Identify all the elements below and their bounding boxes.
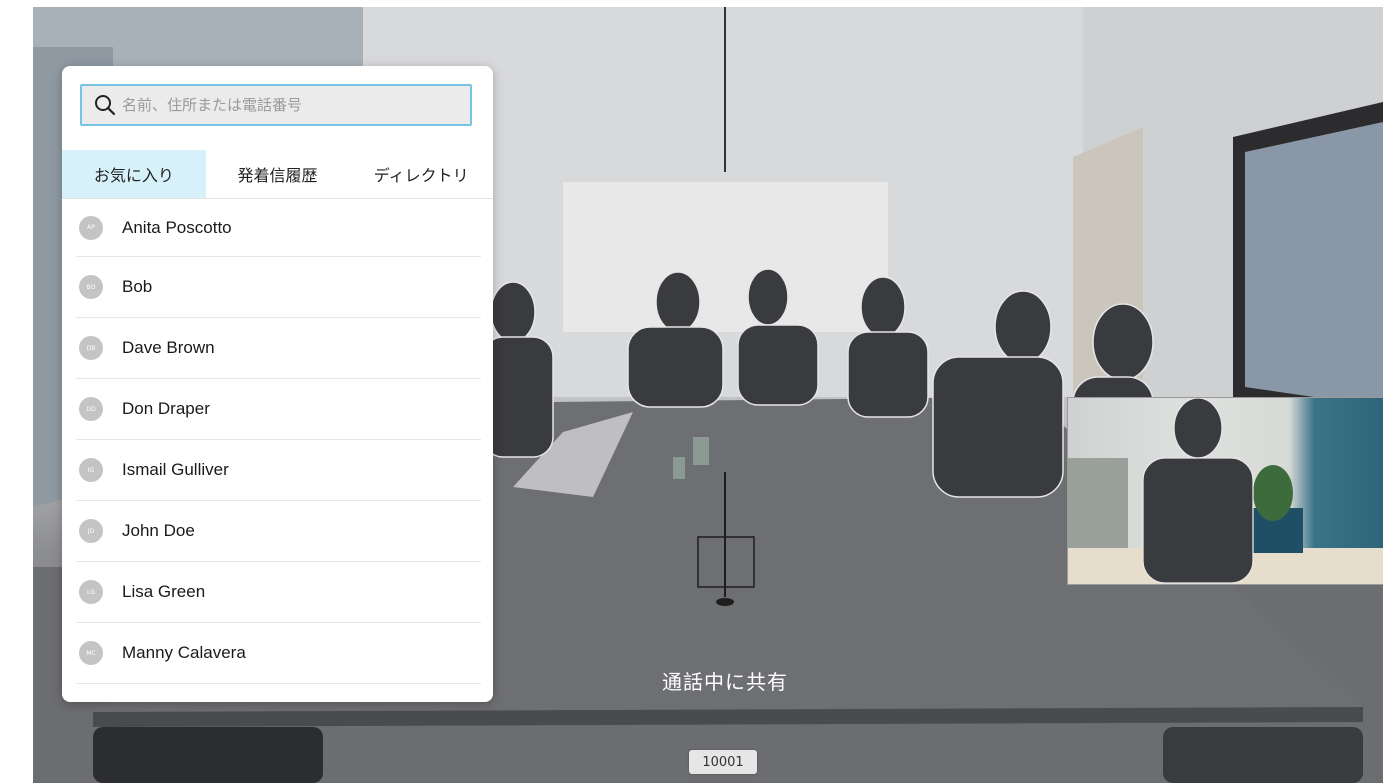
avatar: JD bbox=[79, 519, 103, 543]
tab-directory[interactable]: ディレクトリ bbox=[349, 150, 493, 198]
tab-recents[interactable]: 発着信履歴 bbox=[206, 150, 350, 198]
list-item[interactable]: MC Manny Calavera bbox=[76, 623, 481, 684]
contact-name: Don Draper bbox=[122, 399, 210, 418]
contact-name: Manny Calavera bbox=[122, 643, 246, 662]
tab-favorites[interactable]: お気に入り bbox=[62, 150, 206, 198]
list-item-partial[interactable] bbox=[76, 684, 481, 702]
search-icon bbox=[95, 95, 116, 116]
contact-name: Dave Brown bbox=[122, 338, 215, 357]
avatar: AP bbox=[79, 215, 103, 240]
list-item[interactable]: DB Dave Brown bbox=[76, 318, 481, 379]
self-view-scene bbox=[1068, 398, 1383, 584]
contact-name: John Doe bbox=[122, 521, 195, 540]
search-field[interactable] bbox=[80, 84, 472, 126]
contact-name: Anita Poscotto bbox=[122, 217, 232, 237]
avatar: DB bbox=[79, 336, 103, 360]
search-input[interactable] bbox=[122, 96, 470, 114]
contact-name: Bob bbox=[122, 277, 153, 296]
avatar: DD bbox=[79, 397, 103, 421]
avatar: MC bbox=[79, 641, 103, 665]
call-panel: お気に入り 発着信履歴 ディレクトリ AP Anita Poscotto BO … bbox=[62, 66, 493, 702]
tab-bar: お気に入り 発着信履歴 ディレクトリ bbox=[62, 150, 493, 199]
contact-name: Ismail Gulliver bbox=[122, 460, 229, 479]
list-item[interactable]: DD Don Draper bbox=[76, 379, 481, 440]
self-view[interactable] bbox=[1067, 397, 1383, 585]
list-item[interactable]: BO Bob bbox=[76, 257, 481, 318]
avatar: LG bbox=[79, 580, 103, 604]
favorites-list: AP Anita Poscotto BO Bob DB Dave Brown D… bbox=[62, 199, 493, 702]
list-item[interactable]: JD John Doe bbox=[76, 501, 481, 562]
call-number-badge: 10001 bbox=[689, 750, 757, 774]
contact-name: Lisa Green bbox=[122, 582, 206, 601]
avatar: IG bbox=[79, 458, 103, 482]
share-in-call-label: 通話中に共有 bbox=[662, 670, 788, 694]
list-item[interactable]: LG Lisa Green bbox=[76, 562, 481, 623]
list-item[interactable]: AP Anita Poscotto bbox=[76, 199, 481, 257]
list-item[interactable]: IG Ismail Gulliver bbox=[76, 440, 481, 501]
avatar: BO bbox=[79, 275, 103, 299]
